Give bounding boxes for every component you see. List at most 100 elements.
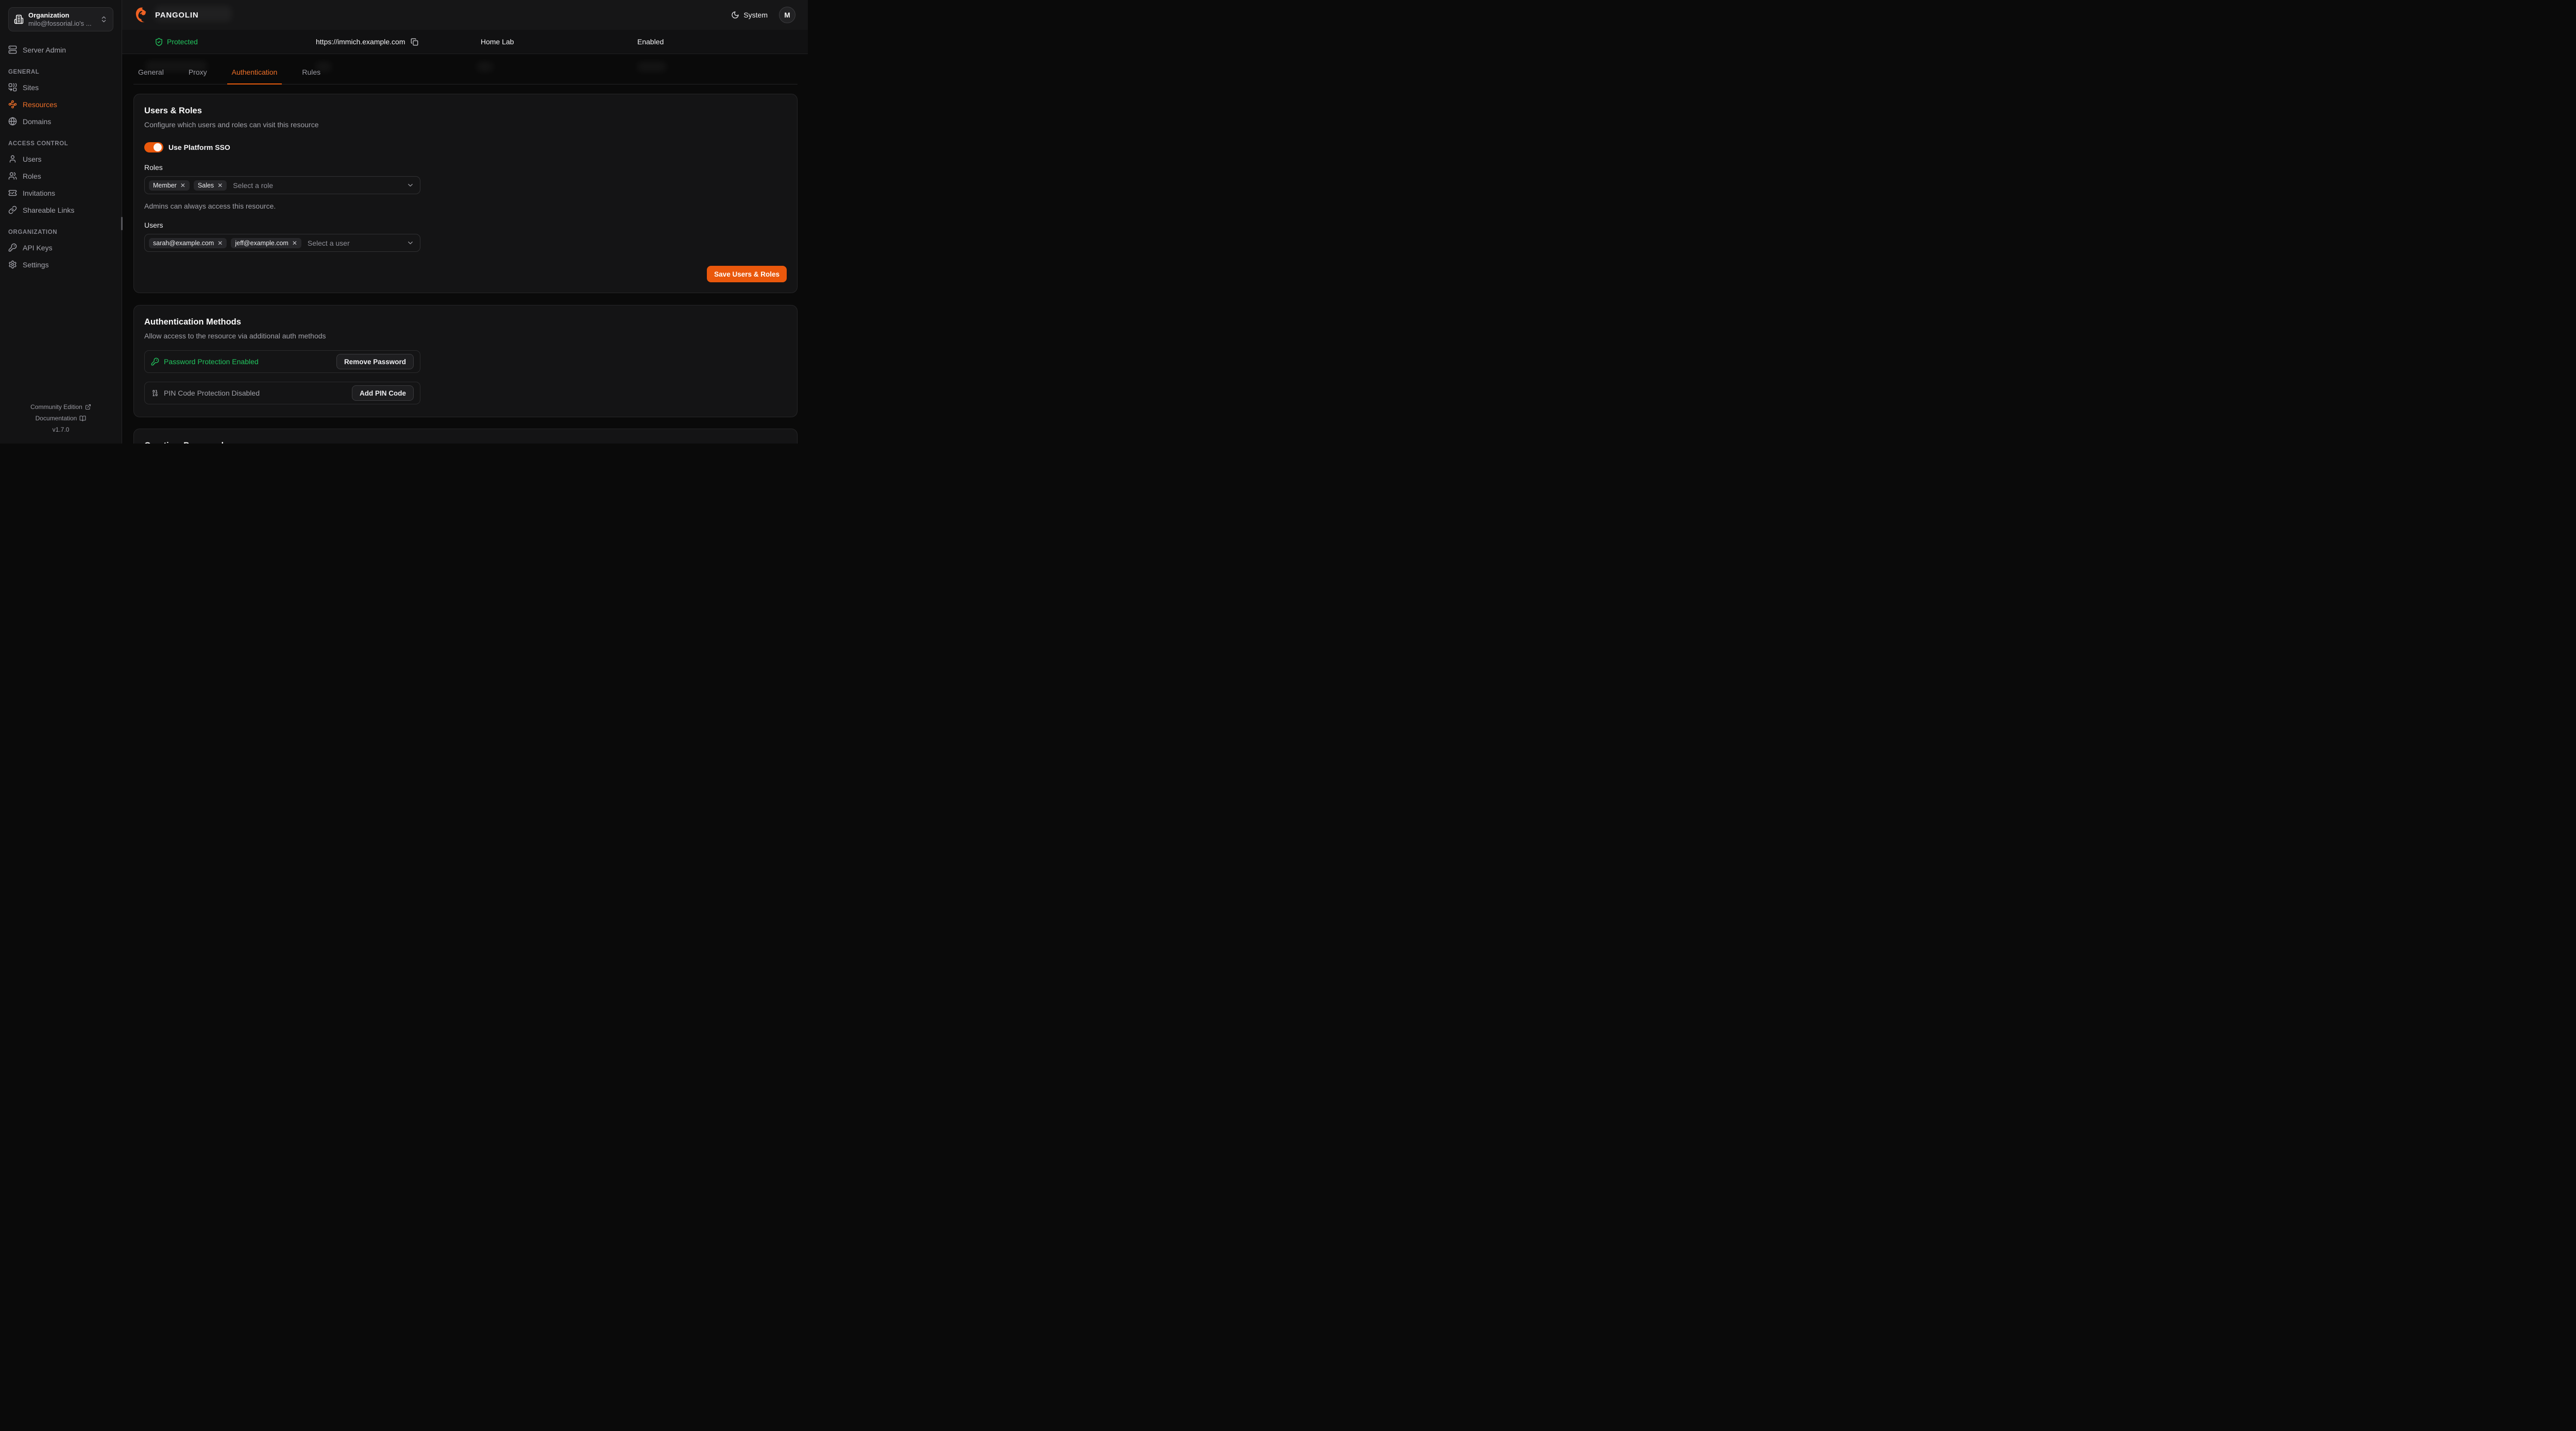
sidebar-item-label: Roles <box>23 172 41 180</box>
topbar: PANGOLIN System M <box>122 0 808 54</box>
section-title-access-control: ACCESS CONTROL <box>8 141 113 147</box>
gear-icon <box>8 260 17 269</box>
avatar[interactable]: M <box>779 7 795 23</box>
sidebar-item-label: Settings <box>23 261 49 269</box>
sidebar-item-label: Domains <box>23 117 51 126</box>
sidebar-item-label: Resources <box>23 100 57 109</box>
roles-placeholder: Select a role <box>233 181 273 190</box>
platform-sso-toggle[interactable] <box>144 142 163 152</box>
resource-site: Home Lab <box>481 38 637 46</box>
tabs: General Proxy Authentication Rules <box>133 68 798 84</box>
community-edition-link[interactable]: Community Edition <box>30 401 91 413</box>
users-field-label: Users <box>144 221 787 229</box>
tab-general[interactable]: General <box>133 68 168 84</box>
role-chip: Sales ✕ <box>194 180 227 191</box>
roles-combobox[interactable]: Member ✕ Sales ✕ Select a role <box>144 176 420 194</box>
remove-user-icon[interactable]: ✕ <box>292 240 297 246</box>
section-title-organization: ORGANIZATION <box>8 229 113 235</box>
sidebar-item-label: Server Admin <box>23 46 66 54</box>
password-protection-row: Password Protection Enabled Remove Passw… <box>144 350 420 373</box>
card-subtitle: Allow access to the resource via additio… <box>144 332 787 340</box>
book-open-icon <box>79 415 86 422</box>
documentation-link[interactable]: Documentation <box>36 413 87 424</box>
otp-card: One-time Passwords Require email-based a… <box>133 429 798 444</box>
sidebar-item-label: Invitations <box>23 189 55 197</box>
pangolin-logo-icon <box>135 7 151 23</box>
card-title: Authentication Methods <box>144 317 787 327</box>
copy-icon[interactable] <box>411 38 418 46</box>
sidebar-item-shareable-links[interactable]: Shareable Links <box>8 204 113 216</box>
sidebar-item-server-admin[interactable]: Server Admin <box>8 44 113 56</box>
sidebar-item-roles[interactable]: Roles <box>8 170 113 182</box>
chevrons-up-down-icon <box>100 15 108 23</box>
remove-password-button[interactable]: Remove Password <box>336 354 414 369</box>
sidebar-scrollbar-thumb[interactable] <box>121 217 123 230</box>
resource-info-bar: Protected https://immich.example.com Hom… <box>122 30 808 54</box>
sidebar-item-label: Shareable Links <box>23 206 74 214</box>
chevron-down-icon <box>406 181 414 189</box>
remove-user-icon[interactable]: ✕ <box>217 240 223 246</box>
server-icon <box>8 45 17 54</box>
password-status: Password Protection Enabled <box>151 357 259 366</box>
auth-methods-card: Authentication Methods Allow access to t… <box>133 305 798 417</box>
tab-authentication[interactable]: Authentication <box>227 68 282 84</box>
theme-toggle[interactable]: System <box>731 11 768 19</box>
platform-sso-label: Use Platform SSO <box>168 143 230 151</box>
sidebar-item-resources[interactable]: Resources <box>8 98 113 110</box>
shield-check-icon <box>155 38 163 46</box>
admins-note: Admins can always access this resource. <box>144 202 787 210</box>
main-area: PANGOLIN System M <box>122 0 808 444</box>
link-icon <box>8 206 17 214</box>
sidebar-item-settings[interactable]: Settings <box>8 259 113 270</box>
tab-rules[interactable]: Rules <box>297 68 325 84</box>
remove-role-icon[interactable]: ✕ <box>180 182 185 189</box>
combine-icon <box>8 83 17 92</box>
card-title: Users & Roles <box>144 106 787 116</box>
card-subtitle: Configure which users and roles can visi… <box>144 121 787 129</box>
ticket-check-icon <box>8 189 17 197</box>
user-chip: jeff@example.com ✕ <box>231 238 301 248</box>
key-icon <box>151 357 159 366</box>
pin-status: PIN Code Protection Disabled <box>151 389 260 397</box>
sidebar-item-domains[interactable]: Domains <box>8 115 113 127</box>
brand-name: PANGOLIN <box>155 11 198 20</box>
role-chip: Member ✕ <box>149 180 190 191</box>
sidebar-item-sites[interactable]: Sites <box>8 81 113 93</box>
user-icon <box>8 155 17 163</box>
users-combobox[interactable]: sarah@example.com ✕ jeff@example.com ✕ S… <box>144 234 420 252</box>
section-title-general: GENERAL <box>8 69 113 75</box>
sidebar-item-label: Sites <box>23 83 39 92</box>
external-link-icon <box>85 404 91 410</box>
sidebar-item-label: Users <box>23 155 42 163</box>
sidebar-item-invitations[interactable]: Invitations <box>8 187 113 199</box>
org-switcher[interactable]: Organization milo@fossorial.io's ... <box>8 7 113 31</box>
sidebar-footer: Community Edition Documentation v1.7.0 <box>8 401 113 435</box>
remove-role-icon[interactable]: ✕ <box>217 182 223 189</box>
user-chip: sarah@example.com ✕ <box>149 238 227 248</box>
users-icon <box>8 172 17 180</box>
save-users-roles-button[interactable]: Save Users & Roles <box>707 266 787 282</box>
theme-label: System <box>743 11 768 19</box>
resource-url: https://immich.example.com <box>316 38 465 46</box>
version-label: v1.7.0 <box>8 424 113 435</box>
sidebar-item-users[interactable]: Users <box>8 153 113 165</box>
app-root: Organization milo@fossorial.io's ... Ser… <box>0 0 808 444</box>
tab-proxy[interactable]: Proxy <box>184 68 212 84</box>
protection-status: Protected <box>155 38 294 46</box>
roles-field-label: Roles <box>144 163 787 172</box>
resource-state: Enabled <box>637 38 808 46</box>
building-icon <box>14 14 24 24</box>
card-title: One-time Passwords <box>144 441 787 444</box>
sidebar-item-api-keys[interactable]: API Keys <box>8 242 113 253</box>
binary-icon <box>151 389 159 397</box>
sidebar-item-label: API Keys <box>23 244 53 252</box>
waypoints-icon <box>8 100 17 109</box>
org-switcher-value: milo@fossorial.io's ... <box>28 20 95 28</box>
users-roles-card: Users & Roles Configure which users and … <box>133 94 798 293</box>
users-placeholder: Select a user <box>308 239 350 247</box>
content: General Proxy Authentication Rules Users… <box>122 54 808 444</box>
brand: PANGOLIN <box>135 7 198 23</box>
add-pin-code-button[interactable]: Add PIN Code <box>352 385 414 401</box>
sidebar-nav: Server Admin GENERAL Sites Resources Dom <box>8 42 113 276</box>
chevron-down-icon <box>406 239 414 247</box>
